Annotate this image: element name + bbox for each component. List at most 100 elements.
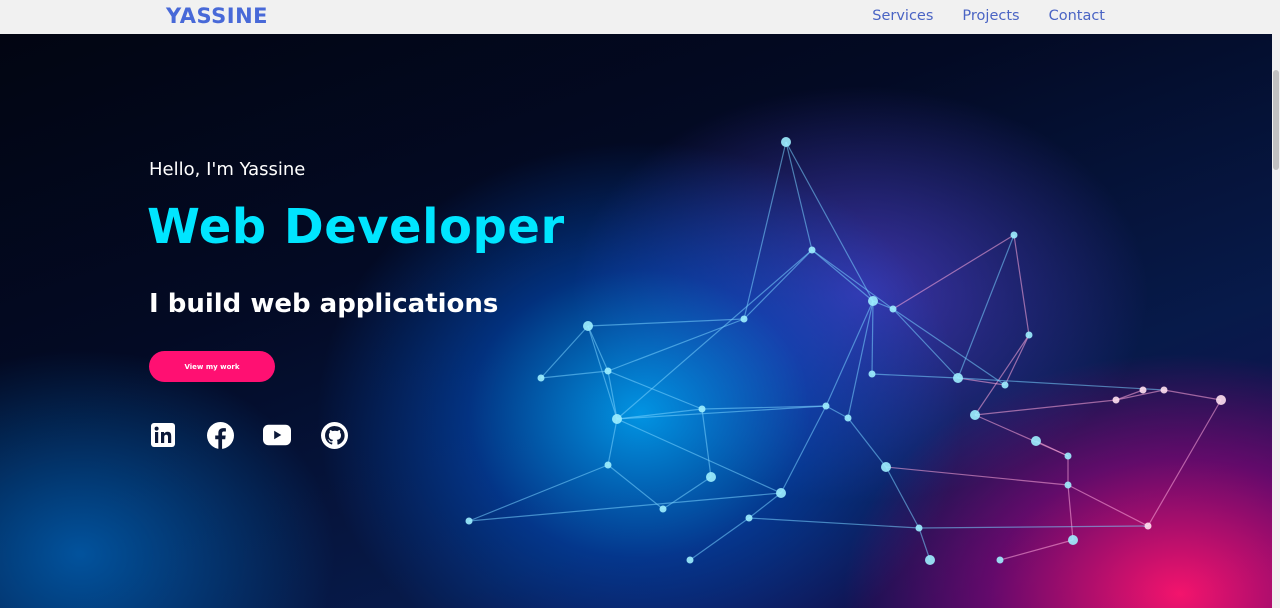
scroll-thumb[interactable] [1273, 70, 1279, 170]
network-node [1010, 231, 1018, 239]
network-node [776, 488, 786, 498]
network-link [1147, 399, 1222, 527]
hero-headline: Web Developer [147, 199, 565, 255]
network-node [996, 556, 1004, 564]
brand-logo[interactable]: YASSINE [166, 4, 268, 28]
network-node [889, 305, 897, 313]
network-link [811, 249, 894, 310]
nav-link-contact[interactable]: Contact [1049, 8, 1105, 24]
network-link [918, 525, 1149, 529]
facebook-icon[interactable] [206, 421, 234, 449]
network-link [974, 334, 1030, 416]
network-link [1163, 389, 1222, 401]
network-link [616, 249, 813, 420]
network-node [808, 246, 816, 254]
network-link [892, 308, 959, 379]
network-link [918, 527, 931, 561]
network-link [587, 318, 745, 327]
network-link [999, 539, 1074, 561]
network-link [892, 234, 1015, 310]
network-link [1035, 440, 1069, 457]
network-node [1001, 381, 1009, 389]
network-link [885, 466, 920, 529]
network-link [540, 370, 609, 379]
network-node [1068, 535, 1078, 545]
youtube-icon[interactable] [263, 421, 291, 449]
network-link [957, 377, 1165, 391]
network-link [1013, 234, 1030, 336]
network-link [468, 464, 609, 522]
network-node [925, 555, 935, 565]
network-node [659, 505, 667, 513]
network-node [1160, 386, 1168, 394]
network-node [844, 414, 852, 422]
network-link [607, 464, 664, 510]
navbar: YASSINE Services Projects Contact [0, 0, 1280, 34]
network-node [915, 524, 923, 532]
network-node [1025, 331, 1033, 339]
network-link [885, 466, 1069, 486]
network-link [662, 476, 712, 510]
network-link [847, 300, 874, 419]
network-link [957, 234, 1015, 379]
social-links [149, 421, 348, 449]
linkedin-icon[interactable] [149, 421, 177, 449]
network-link [468, 492, 782, 522]
network-node [686, 556, 694, 564]
network-node [604, 461, 612, 469]
network-link [689, 517, 750, 561]
network-link [616, 418, 782, 494]
view-my-work-button[interactable]: View my work [149, 351, 275, 382]
network-node [1031, 436, 1041, 446]
network-node [1139, 386, 1147, 394]
network-link [607, 418, 618, 466]
network-node [583, 321, 593, 331]
network-node [822, 402, 830, 410]
network-link [811, 249, 874, 302]
network-node [698, 405, 706, 413]
network-node [868, 370, 876, 378]
network-node [1064, 481, 1072, 489]
nav-link-services[interactable]: Services [872, 8, 933, 24]
network-link [785, 141, 874, 302]
network-node [537, 374, 545, 382]
network-node [1144, 522, 1152, 530]
network-link [743, 249, 813, 320]
network-node [740, 315, 748, 323]
network-node [612, 414, 622, 424]
network-node [604, 367, 612, 375]
network-link [871, 373, 959, 379]
network-link [785, 141, 813, 251]
hero-intro: Hello, I'm Yassine [149, 159, 306, 180]
network-node [970, 410, 980, 420]
network-node [953, 373, 963, 383]
network-link [607, 370, 703, 410]
network-node [1064, 452, 1072, 460]
network-link [587, 325, 609, 372]
network-link [748, 492, 782, 519]
network-link [847, 417, 887, 468]
network-link [1067, 484, 1074, 541]
network-node [881, 462, 891, 472]
network-link [748, 517, 920, 529]
nav-links: Services Projects Contact [872, 8, 1105, 24]
network-background [465, 137, 1226, 565]
network-node [465, 517, 473, 525]
network-node [1216, 395, 1226, 405]
hero-tagline: I build web applications [149, 289, 499, 319]
network-link [825, 300, 874, 407]
network-link [540, 325, 589, 379]
network-node [706, 472, 716, 482]
network-link [701, 408, 712, 478]
network-link [780, 405, 827, 494]
network-link [1004, 334, 1030, 386]
network-link [825, 405, 849, 419]
network-node [745, 514, 753, 522]
scrollbar[interactable] [1272, 34, 1280, 608]
network-link [1067, 484, 1149, 527]
network-link [743, 141, 787, 320]
github-icon[interactable] [320, 421, 348, 449]
hero-section [0, 34, 1272, 608]
nav-link-projects[interactable]: Projects [962, 8, 1019, 24]
network-node [781, 137, 791, 147]
